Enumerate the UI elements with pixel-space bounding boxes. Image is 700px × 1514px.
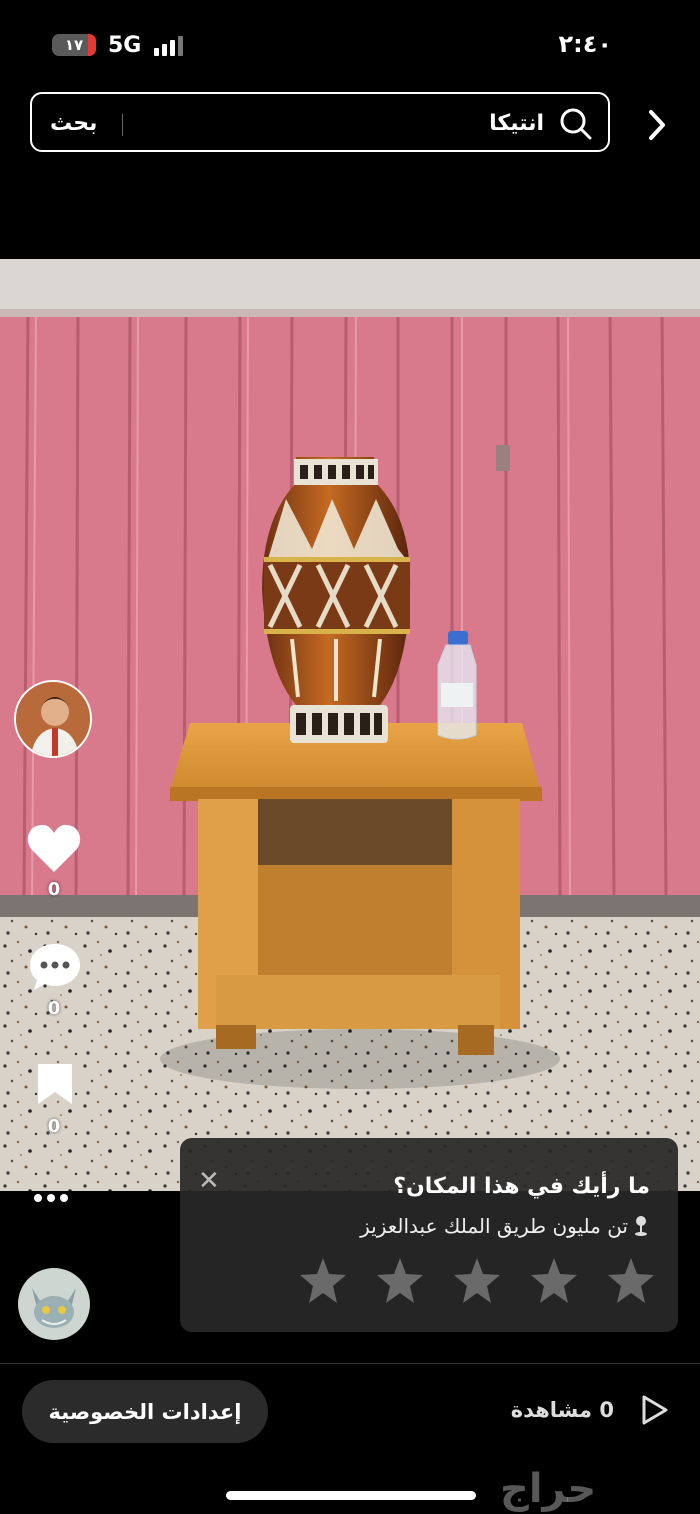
search-input[interactable]: انتيكا bbox=[489, 111, 544, 136]
likes-count: 0 bbox=[47, 879, 61, 900]
status-time: ٢:٤٠ bbox=[558, 30, 612, 58]
location-pin-icon bbox=[635, 1216, 647, 1236]
views-label: مشاهدة bbox=[510, 1398, 593, 1422]
search-icon bbox=[560, 108, 592, 140]
watermark-logo: حراج bbox=[500, 1466, 597, 1512]
star-icon[interactable] bbox=[606, 1256, 656, 1306]
chevron-right-icon[interactable] bbox=[646, 108, 668, 142]
star-rating[interactable] bbox=[298, 1256, 656, 1306]
post-image[interactable] bbox=[0, 259, 700, 1191]
signal-icon bbox=[154, 36, 183, 56]
star-icon[interactable] bbox=[298, 1256, 348, 1306]
star-icon[interactable] bbox=[375, 1256, 425, 1306]
author-avatar[interactable] bbox=[14, 680, 92, 758]
network-type: 5G bbox=[108, 33, 142, 58]
star-icon[interactable] bbox=[529, 1256, 579, 1306]
views-number: 0 bbox=[599, 1398, 614, 1422]
close-icon[interactable]: ✕ bbox=[198, 1166, 220, 1196]
comment-icon[interactable] bbox=[28, 942, 82, 992]
privacy-settings-button[interactable]: إعدادات الخصوصية bbox=[22, 1380, 268, 1443]
heart-icon[interactable] bbox=[26, 822, 82, 874]
home-indicator[interactable] bbox=[226, 1491, 476, 1500]
play-icon[interactable] bbox=[640, 1394, 670, 1426]
location-text: تن مليون طريق الملك عبدالعزيز bbox=[360, 1214, 628, 1238]
views-count: 0 مشاهدة bbox=[511, 1398, 614, 1422]
saves-count: 0 bbox=[47, 1116, 61, 1137]
more-options-icon[interactable] bbox=[34, 1194, 68, 1202]
divider bbox=[0, 1363, 700, 1364]
battery-level: ١٧ bbox=[64, 36, 84, 54]
battery-icon: ١٧ bbox=[52, 34, 96, 56]
user-avatar[interactable] bbox=[18, 1268, 90, 1340]
rating-question: ما رأيك في هذا المكان؟ bbox=[393, 1174, 650, 1199]
search-divider bbox=[122, 114, 123, 136]
star-icon[interactable] bbox=[452, 1256, 502, 1306]
search-button[interactable]: بحث bbox=[50, 111, 97, 136]
rating-location: تن مليون طريق الملك عبدالعزيز bbox=[360, 1214, 648, 1238]
comments-count: 0 bbox=[47, 998, 61, 1019]
bookmark-icon[interactable] bbox=[36, 1062, 74, 1106]
